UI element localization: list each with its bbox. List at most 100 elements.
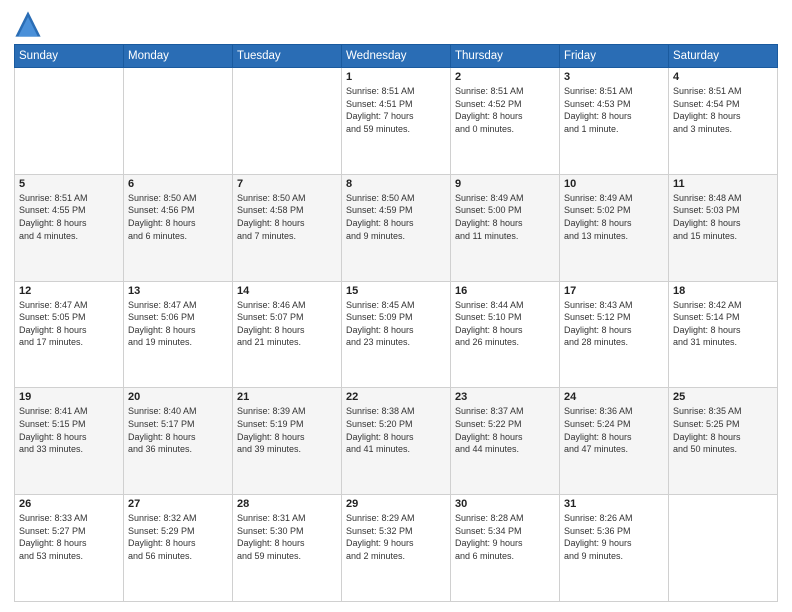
weekday-header-wednesday: Wednesday (342, 45, 451, 68)
day-info: Sunrise: 8:51 AM Sunset: 4:53 PM Dayligh… (564, 85, 664, 135)
day-number: 10 (564, 178, 664, 190)
calendar-cell: 31 Sunrise: 8:26 AM Sunset: 5:36 PM Dayli… (560, 495, 669, 602)
day-number: 31 (564, 498, 664, 510)
day-number: 7 (237, 178, 337, 190)
calendar-cell: 18 Sunrise: 8:42 AM Sunset: 5:14 PM Dayli… (669, 281, 778, 388)
day-info: Sunrise: 8:35 AM Sunset: 5:25 PM Dayligh… (673, 405, 773, 455)
day-number: 22 (346, 391, 446, 403)
day-number: 25 (673, 391, 773, 403)
calendar-cell: 8 Sunrise: 8:50 AM Sunset: 4:59 PM Daylig… (342, 174, 451, 281)
day-number: 6 (128, 178, 228, 190)
day-number: 29 (346, 498, 446, 510)
calendar-cell: 11 Sunrise: 8:48 AM Sunset: 5:03 PM Dayli… (669, 174, 778, 281)
day-info: Sunrise: 8:31 AM Sunset: 5:30 PM Dayligh… (237, 512, 337, 562)
day-number: 11 (673, 178, 773, 190)
day-info: Sunrise: 8:51 AM Sunset: 4:55 PM Dayligh… (19, 192, 119, 242)
day-number: 26 (19, 498, 119, 510)
day-info: Sunrise: 8:47 AM Sunset: 5:05 PM Dayligh… (19, 299, 119, 349)
day-number: 16 (455, 285, 555, 297)
calendar-cell (15, 68, 124, 175)
day-info: Sunrise: 8:42 AM Sunset: 5:14 PM Dayligh… (673, 299, 773, 349)
day-info: Sunrise: 8:47 AM Sunset: 5:06 PM Dayligh… (128, 299, 228, 349)
calendar-cell: 22 Sunrise: 8:38 AM Sunset: 5:20 PM Dayli… (342, 388, 451, 495)
day-number: 14 (237, 285, 337, 297)
calendar-cell: 29 Sunrise: 8:29 AM Sunset: 5:32 PM Dayli… (342, 495, 451, 602)
day-number: 21 (237, 391, 337, 403)
week-row-3: 12 Sunrise: 8:47 AM Sunset: 5:05 PM Dayli… (15, 281, 778, 388)
day-info: Sunrise: 8:50 AM Sunset: 4:58 PM Dayligh… (237, 192, 337, 242)
week-row-2: 5 Sunrise: 8:51 AM Sunset: 4:55 PM Daylig… (15, 174, 778, 281)
calendar-cell: 25 Sunrise: 8:35 AM Sunset: 5:25 PM Dayli… (669, 388, 778, 495)
day-info: Sunrise: 8:43 AM Sunset: 5:12 PM Dayligh… (564, 299, 664, 349)
day-number: 18 (673, 285, 773, 297)
day-info: Sunrise: 8:51 AM Sunset: 4:52 PM Dayligh… (455, 85, 555, 135)
calendar-cell: 26Sunrise: 8:33 AM Sunset: 5:27 PM Dayli… (15, 495, 124, 602)
week-row-5: 26Sunrise: 8:33 AM Sunset: 5:27 PM Dayli… (15, 495, 778, 602)
week-row-4: 19Sunrise: 8:41 AM Sunset: 5:15 PM Dayli… (15, 388, 778, 495)
calendar-cell: 10 Sunrise: 8:49 AM Sunset: 5:02 PM Dayli… (560, 174, 669, 281)
day-info: Sunrise: 8:37 AM Sunset: 5:22 PM Dayligh… (455, 405, 555, 455)
weekday-header-monday: Monday (124, 45, 233, 68)
day-info: Sunrise: 8:51 AM Sunset: 4:54 PM Dayligh… (673, 85, 773, 135)
calendar-cell (233, 68, 342, 175)
day-number: 1 (346, 71, 446, 83)
day-number: 2 (455, 71, 555, 83)
calendar-cell: 17 Sunrise: 8:43 AM Sunset: 5:12 PM Dayli… (560, 281, 669, 388)
calendar-cell: 20 Sunrise: 8:40 AM Sunset: 5:17 PM Dayli… (124, 388, 233, 495)
day-number: 8 (346, 178, 446, 190)
calendar-cell: 21 Sunrise: 8:39 AM Sunset: 5:19 PM Dayli… (233, 388, 342, 495)
calendar-cell: 27 Sunrise: 8:32 AM Sunset: 5:29 PM Dayli… (124, 495, 233, 602)
day-number: 23 (455, 391, 555, 403)
day-number: 4 (673, 71, 773, 83)
calendar-cell: 30Sunrise: 8:28 AM Sunset: 5:34 PM Dayli… (451, 495, 560, 602)
day-number: 24 (564, 391, 664, 403)
weekday-header-row: SundayMondayTuesdayWednesdayThursdayFrid… (15, 45, 778, 68)
calendar-cell: 7 Sunrise: 8:50 AM Sunset: 4:58 PM Daylig… (233, 174, 342, 281)
day-number: 30 (455, 498, 555, 510)
calendar-table: SundayMondayTuesdayWednesdayThursdayFrid… (14, 44, 778, 602)
day-info: Sunrise: 8:36 AM Sunset: 5:24 PM Dayligh… (564, 405, 664, 455)
day-info: Sunrise: 8:49 AM Sunset: 5:00 PM Dayligh… (455, 192, 555, 242)
day-number: 28 (237, 498, 337, 510)
calendar-cell: 9Sunrise: 8:49 AM Sunset: 5:00 PM Daylig… (451, 174, 560, 281)
calendar-cell: 12 Sunrise: 8:47 AM Sunset: 5:05 PM Dayli… (15, 281, 124, 388)
day-info: Sunrise: 8:26 AM Sunset: 5:36 PM Dayligh… (564, 512, 664, 562)
calendar-cell: 5 Sunrise: 8:51 AM Sunset: 4:55 PM Daylig… (15, 174, 124, 281)
calendar-cell: 16 Sunrise: 8:44 AM Sunset: 5:10 PM Dayli… (451, 281, 560, 388)
calendar-cell (124, 68, 233, 175)
day-number: 27 (128, 498, 228, 510)
day-info: Sunrise: 8:29 AM Sunset: 5:32 PM Dayligh… (346, 512, 446, 562)
weekday-header-thursday: Thursday (451, 45, 560, 68)
calendar-cell: 14Sunrise: 8:46 AM Sunset: 5:07 PM Dayli… (233, 281, 342, 388)
day-info: Sunrise: 8:39 AM Sunset: 5:19 PM Dayligh… (237, 405, 337, 455)
day-number: 20 (128, 391, 228, 403)
day-number: 3 (564, 71, 664, 83)
logo-icon (14, 10, 42, 38)
day-number: 5 (19, 178, 119, 190)
calendar-cell: 6 Sunrise: 8:50 AM Sunset: 4:56 PM Daylig… (124, 174, 233, 281)
page: SundayMondayTuesdayWednesdayThursdayFrid… (0, 0, 792, 612)
calendar-cell: 3 Sunrise: 8:51 AM Sunset: 4:53 PM Daylig… (560, 68, 669, 175)
day-info: Sunrise: 8:41 AM Sunset: 5:15 PM Dayligh… (19, 405, 119, 455)
day-info: Sunrise: 8:50 AM Sunset: 4:56 PM Dayligh… (128, 192, 228, 242)
calendar-cell: 1 Sunrise: 8:51 AM Sunset: 4:51 PM Daylig… (342, 68, 451, 175)
day-info: Sunrise: 8:48 AM Sunset: 5:03 PM Dayligh… (673, 192, 773, 242)
week-row-1: 1 Sunrise: 8:51 AM Sunset: 4:51 PM Daylig… (15, 68, 778, 175)
day-number: 17 (564, 285, 664, 297)
day-info: Sunrise: 8:49 AM Sunset: 5:02 PM Dayligh… (564, 192, 664, 242)
weekday-header-sunday: Sunday (15, 45, 124, 68)
day-info: Sunrise: 8:44 AM Sunset: 5:10 PM Dayligh… (455, 299, 555, 349)
day-info: Sunrise: 8:38 AM Sunset: 5:20 PM Dayligh… (346, 405, 446, 455)
calendar-cell: 24 Sunrise: 8:36 AM Sunset: 5:24 PM Dayli… (560, 388, 669, 495)
day-info: Sunrise: 8:40 AM Sunset: 5:17 PM Dayligh… (128, 405, 228, 455)
day-number: 12 (19, 285, 119, 297)
calendar-cell: 4 Sunrise: 8:51 AM Sunset: 4:54 PM Daylig… (669, 68, 778, 175)
calendar-cell: 2 Sunrise: 8:51 AM Sunset: 4:52 PM Daylig… (451, 68, 560, 175)
day-info: Sunrise: 8:50 AM Sunset: 4:59 PM Dayligh… (346, 192, 446, 242)
calendar-cell: 15Sunrise: 8:45 AM Sunset: 5:09 PM Dayli… (342, 281, 451, 388)
calendar-cell: 13Sunrise: 8:47 AM Sunset: 5:06 PM Dayli… (124, 281, 233, 388)
day-number: 15 (346, 285, 446, 297)
weekday-header-tuesday: Tuesday (233, 45, 342, 68)
day-info: Sunrise: 8:32 AM Sunset: 5:29 PM Dayligh… (128, 512, 228, 562)
day-info: Sunrise: 8:51 AM Sunset: 4:51 PM Dayligh… (346, 85, 446, 135)
